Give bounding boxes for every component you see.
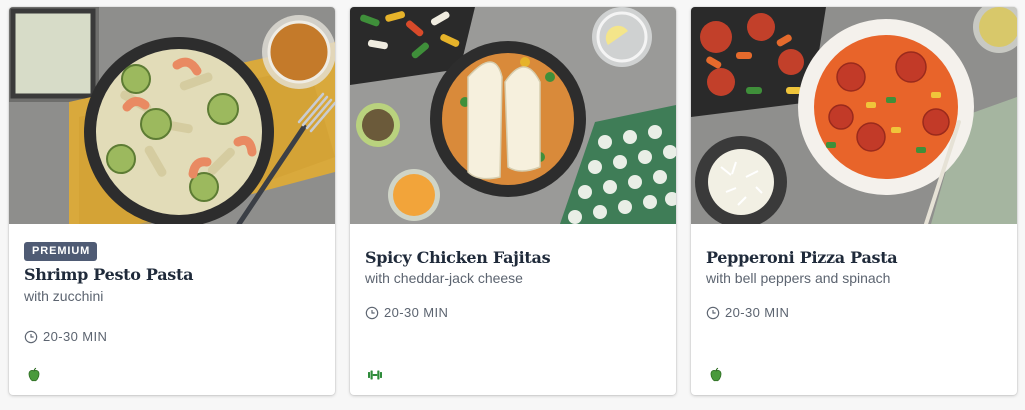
clock-icon	[365, 306, 379, 319]
cook-time-label: 20-30 MIN	[725, 305, 790, 320]
recipe-subtitle: with cheddar-jack cheese	[365, 270, 523, 286]
cook-time-label: 20-30 MIN	[43, 329, 108, 344]
apple-icon	[26, 367, 42, 383]
recipe-card-pepperoni-pizza-pasta[interactable]: Pepperoni Pizza Pasta with bell peppers …	[691, 7, 1017, 395]
recipe-photo[interactable]	[9, 7, 335, 224]
cook-time: 20-30 MIN	[365, 305, 448, 320]
recipe-title[interactable]: Pepperoni Pizza Pasta	[706, 248, 898, 267]
recipe-card-shrimp-pesto-pasta[interactable]: PREMIUM Shrimp Pesto Pasta with zucchini…	[9, 7, 335, 395]
dumbbell-icon	[367, 367, 383, 383]
recipe-card-grid: PREMIUM Shrimp Pesto Pasta with zucchini…	[0, 0, 1025, 410]
cook-time-label: 20-30 MIN	[384, 305, 449, 320]
clock-icon	[24, 330, 38, 343]
clock-icon	[706, 306, 720, 319]
recipe-photo[interactable]	[350, 7, 676, 224]
recipe-title[interactable]: Shrimp Pesto Pasta	[24, 265, 193, 284]
cook-time: 20-30 MIN	[24, 329, 107, 344]
recipe-card-spicy-chicken-fajitas[interactable]: Spicy Chicken Fajitas with cheddar-jack …	[350, 7, 676, 395]
recipe-title[interactable]: Spicy Chicken Fajitas	[365, 248, 551, 267]
recipe-subtitle: with zucchini	[24, 288, 104, 304]
premium-badge: PREMIUM	[24, 242, 98, 261]
recipe-photo[interactable]	[691, 7, 1017, 224]
recipe-subtitle: with bell peppers and spinach	[706, 270, 891, 286]
apple-icon	[708, 367, 724, 383]
cook-time: 20-30 MIN	[706, 305, 789, 320]
